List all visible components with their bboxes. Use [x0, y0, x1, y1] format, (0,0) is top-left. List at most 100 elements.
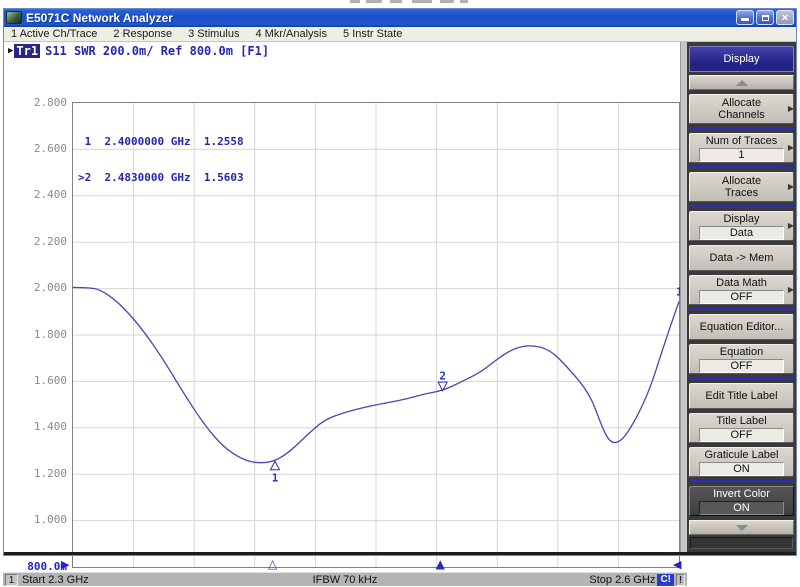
softkey-group-separator: [689, 166, 794, 168]
softkey-label: Num of Traces: [706, 135, 778, 147]
softkey-value: ON: [699, 462, 783, 476]
softkey-label: Invert Color: [713, 488, 770, 500]
minimize-button[interactable]: [736, 10, 754, 25]
softkey-label: Allocate Traces: [722, 175, 761, 199]
submenu-arrow-icon: ▶: [788, 104, 794, 114]
instrument-screen: ▶ Tr1 S11 SWR 200.0m/ Ref 800.0m [F1] 1 1…: [3, 42, 680, 552]
marker-1-stimulus-indicator: △: [268, 558, 277, 570]
softkey-value: OFF: [699, 359, 783, 373]
app-icon: [6, 11, 22, 24]
softkey-empty-panel: [690, 537, 793, 549]
softkey-display[interactable]: DisplayData ▶: [689, 211, 794, 241]
softkey-group-separator: [689, 205, 794, 207]
alert-badge: !: [676, 574, 685, 586]
softkey-group-separator: [689, 127, 794, 129]
softkey-title-label[interactable]: Title LabelOFF: [689, 413, 794, 443]
softkey-group-separator: [689, 377, 794, 379]
submenu-arrow-icon: ▶: [788, 182, 794, 192]
softkey-allocate-channels[interactable]: Allocate Channels ▶: [689, 94, 794, 124]
softkey-allocate-traces[interactable]: Allocate Traces ▶: [689, 172, 794, 202]
softkey-value: 1: [699, 148, 783, 162]
softkey-group-separator: [689, 308, 794, 310]
ref-level-pointer-icon: ▶: [61, 559, 69, 571]
y-axis-label: 2.200: [15, 235, 67, 248]
chevron-down-icon: [736, 525, 748, 531]
softkey-label: Graticule Label: [705, 449, 779, 461]
softkey-graticule-label[interactable]: Graticule LabelON: [689, 447, 794, 477]
trace-header[interactable]: ▶ Tr1 S11 SWR 200.0m/ Ref 800.0m [F1]: [8, 44, 269, 58]
marker-1-label: 1: [272, 471, 279, 484]
close-button[interactable]: ×: [776, 10, 794, 25]
softkey-scroll-down-button[interactable]: [689, 520, 794, 535]
softkey-sidebar: Display Allocate Channels▶Num of Traces1…: [687, 42, 797, 552]
softkey-label: Title Label: [716, 415, 766, 427]
window-bottom-edge: [3, 552, 797, 556]
softkey-scroll-up-button[interactable]: [689, 75, 794, 90]
softkey-value: Data: [699, 226, 783, 240]
trace-format-text: S11 SWR 200.0m/ Ref 800.0m [F1]: [45, 44, 269, 58]
softkey-label: Data Math: [716, 277, 767, 289]
submenu-arrow-icon: ▶: [788, 285, 794, 295]
y-axis-label: 2.600: [15, 142, 67, 155]
restore-button[interactable]: [756, 10, 774, 25]
status-bar: 1 Start 2.3 GHz IFBW 70 kHz Stop 2.6 GHz…: [3, 572, 687, 586]
marker-2-label: 2: [439, 370, 446, 383]
softkey-data-mem[interactable]: Data -> Mem: [689, 245, 794, 271]
menu-item-5-instr-state[interactable]: 5 Instr State: [335, 28, 410, 40]
y-axis-label: 1.800: [15, 328, 67, 341]
chevron-up-icon: [736, 80, 748, 86]
softkey-value: OFF: [699, 290, 783, 304]
submenu-arrow-icon: ▶: [788, 221, 794, 231]
softkey-edit-title-label[interactable]: Edit Title Label: [689, 383, 794, 409]
trace-id-badge[interactable]: Tr1: [14, 44, 40, 58]
y-axis-label: 800.0m: [15, 560, 67, 573]
softkey-invert-color[interactable]: Invert ColorON: [689, 486, 794, 516]
softkey-label: Equation: [720, 346, 763, 358]
sweep-end-pointer-icon: ◀: [673, 559, 681, 571]
cal-status-badge: C!: [657, 574, 674, 586]
active-trace-pointer-icon: ▶: [8, 46, 13, 56]
menu-item-3-stimulus[interactable]: 3 Stimulus: [180, 28, 247, 40]
menu-bar: 1 Active Ch/Trace2 Response3 Stimulus4 M…: [3, 27, 797, 42]
softkey-label: Data -> Mem: [710, 252, 774, 264]
softkey-group-separator: [689, 480, 794, 482]
marker-readout-line-2: >2 2.4830000 GHz 1.5603: [78, 172, 244, 184]
marker-readout: 1 2.4000000 GHz 1.2558 >2 2.4830000 GHz …: [78, 112, 244, 208]
softkey-value: ON: [699, 501, 783, 515]
softkey-label: Allocate Channels: [718, 97, 764, 121]
marker-readout-line-1: 1 2.4000000 GHz 1.2558: [78, 136, 244, 148]
window-title: E5071C Network Analyzer: [26, 11, 736, 25]
softkey-label: Edit Title Label: [705, 390, 777, 402]
submenu-arrow-icon: ▶: [788, 143, 794, 153]
marker-1-symbol[interactable]: [271, 461, 280, 470]
softkey-menu-title: Display: [689, 46, 794, 72]
softkey-data-math[interactable]: Data MathOFF ▶: [689, 275, 794, 305]
stop-frequency-label: Stop 2.6 GHz: [589, 574, 655, 586]
softkey-value: OFF: [699, 428, 783, 442]
close-icon: ×: [777, 11, 793, 24]
softkey-num-of-traces[interactable]: Num of Traces1 ▶: [689, 133, 794, 163]
status-bar-right: Stop 2.6 GHz C! !: [589, 574, 685, 586]
menu-item-1-active-ch-trace[interactable]: 1 Active Ch/Trace: [3, 28, 105, 40]
softkey-scroll-strip: [680, 42, 687, 552]
window-controls: ×: [736, 10, 794, 25]
softkey-equation-editor[interactable]: Equation Editor...: [689, 314, 794, 340]
title-bar: E5071C Network Analyzer ×: [3, 8, 797, 27]
y-axis-label: 1.600: [15, 374, 67, 387]
softkey-label: Display: [723, 213, 759, 225]
softkey-buttons: Allocate Channels▶Num of Traces1▶Allocat…: [689, 94, 794, 520]
y-axis-label: 1.000: [15, 513, 67, 526]
y-axis-label: 2.000: [15, 281, 67, 294]
softkey-equation[interactable]: EquationOFF: [689, 344, 794, 374]
application-window: E5071C Network Analyzer × 1 Active Ch/Tr…: [3, 8, 797, 556]
menu-item-4-mkr-analysis[interactable]: 4 Mkr/Analysis: [247, 28, 335, 40]
y-axis-label: 1.400: [15, 420, 67, 433]
softkey-label: Equation Editor...: [700, 321, 784, 333]
minimize-icon: [741, 18, 749, 21]
menu-item-2-response[interactable]: 2 Response: [105, 28, 180, 40]
ifbw-label: IFBW 70 kHz: [3, 574, 687, 586]
y-axis-label: 1.200: [15, 467, 67, 480]
y-axis-label: 2.400: [15, 188, 67, 201]
y-axis-label: 2.800: [15, 96, 67, 109]
restore-icon: [762, 15, 769, 21]
